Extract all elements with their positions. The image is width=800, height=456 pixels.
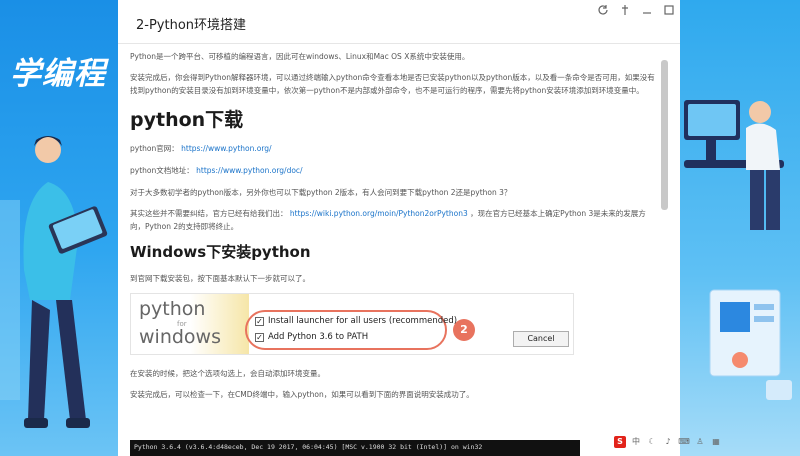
mic-icon[interactable]: ♪ bbox=[662, 436, 674, 448]
ime-chinese-icon[interactable]: 中 bbox=[630, 436, 642, 448]
maximize-icon[interactable] bbox=[662, 4, 676, 18]
version-advice-text-a: 其实这些并不需要纠结，官方已经有给我们出： bbox=[130, 209, 288, 218]
official-site-link[interactable]: https://www.python.org/ bbox=[181, 144, 271, 153]
add-path-option[interactable]: ✓ Add Python 3.6 to PATH bbox=[255, 332, 368, 342]
version-note: 对于大多数初学者的python版本，另外你也可以下载python 2版本，有人会… bbox=[130, 188, 512, 197]
install-launcher-label: Install launcher for all users (recommen… bbox=[268, 316, 458, 326]
intro-paragraph-2: 安装完成后，你会得到Python解释器环境，可以通过终端输入python命令查看… bbox=[130, 73, 655, 95]
shirt-icon[interactable]: ♙ bbox=[694, 436, 706, 448]
heading-windows-install: Windows下安装python bbox=[130, 243, 311, 261]
title-bar: 2-Python环境搭建 bbox=[118, 0, 680, 44]
logo-python-text: python bbox=[139, 298, 206, 320]
version-advice: 其实这些并不需要纠结，官方已经有给我们出： https://wiki.pytho… bbox=[130, 207, 660, 233]
titlebar-icons bbox=[596, 4, 676, 18]
step-badge: 2 bbox=[453, 319, 475, 341]
scrollbar-thumb[interactable] bbox=[661, 60, 668, 210]
official-site-line: python官网： https://www.python.org/ bbox=[130, 142, 660, 155]
moon-icon[interactable]: ☾ bbox=[646, 436, 658, 448]
document-title: 2-Python环境搭建 bbox=[136, 18, 247, 33]
doc-site-label: python文档地址： bbox=[130, 166, 194, 175]
terminal-snippet: Python 3.6.4 (v3.6.4:d48eceb, Dec 19 201… bbox=[130, 440, 580, 456]
grid-icon[interactable]: ▦ bbox=[710, 436, 722, 448]
python2or3-link[interactable]: https://wiki.python.org/moin/Python2orPy… bbox=[290, 209, 468, 218]
intro-paragraph: Python是一个跨平台、可移植的编程语言，因此可在windows、Linux和… bbox=[130, 52, 470, 61]
keyboard-icon[interactable]: ⌨ bbox=[678, 436, 690, 448]
install-launcher-option[interactable]: ✓ Install launcher for all users (recomm… bbox=[255, 316, 457, 326]
doc-site-link[interactable]: https://www.python.org/doc/ bbox=[196, 166, 302, 175]
installer-screenshot: python for windows ✓ Install launcher fo… bbox=[130, 293, 574, 355]
minimize-icon[interactable] bbox=[640, 4, 654, 18]
logo-windows-text: windows bbox=[139, 326, 221, 348]
workstation-illustration bbox=[684, 100, 792, 400]
corner-toolbar: S 中 ☾ ♪ ⌨ ♙ ▦ bbox=[614, 436, 722, 448]
pin-icon[interactable] bbox=[618, 4, 632, 18]
refresh-icon[interactable] bbox=[596, 4, 610, 18]
official-site-label: python官网： bbox=[130, 144, 179, 153]
python-for-windows-logo: python for windows bbox=[131, 294, 249, 354]
checkbox-checked-icon[interactable]: ✓ bbox=[255, 316, 264, 326]
right-decoration-panel bbox=[680, 0, 800, 456]
left-decoration-panel: 学编程 bbox=[0, 0, 118, 456]
verify-note: 安装完成后，可以检查一下，在CMD终端中，输入python，如果可以看到下面的界… bbox=[130, 390, 474, 399]
doc-site-line: python文档地址： https://www.python.org/doc/ bbox=[130, 164, 660, 177]
learner-illustration bbox=[0, 136, 108, 428]
install-note: 到官网下载安装包，按下面基本默认下一步就可以了。 bbox=[130, 274, 310, 283]
document-window: 2-Python环境搭建 Python是一个跨平台、可移植的编程语言，因此可在w… bbox=[118, 0, 680, 456]
checkbox-checked-icon[interactable]: ✓ bbox=[255, 332, 264, 342]
sogou-ime-icon[interactable]: S bbox=[614, 436, 626, 448]
cancel-button[interactable]: Cancel bbox=[513, 331, 569, 347]
add-path-label: Add Python 3.6 to PATH bbox=[268, 332, 369, 342]
after-install-note: 在安装的时候，把这个选项勾选上，会自动添加环境变量。 bbox=[130, 369, 325, 378]
document-body: Python是一个跨平台、可移植的编程语言，因此可在windows、Linux和… bbox=[130, 50, 660, 456]
heading-python-download: python下载 bbox=[130, 109, 244, 131]
